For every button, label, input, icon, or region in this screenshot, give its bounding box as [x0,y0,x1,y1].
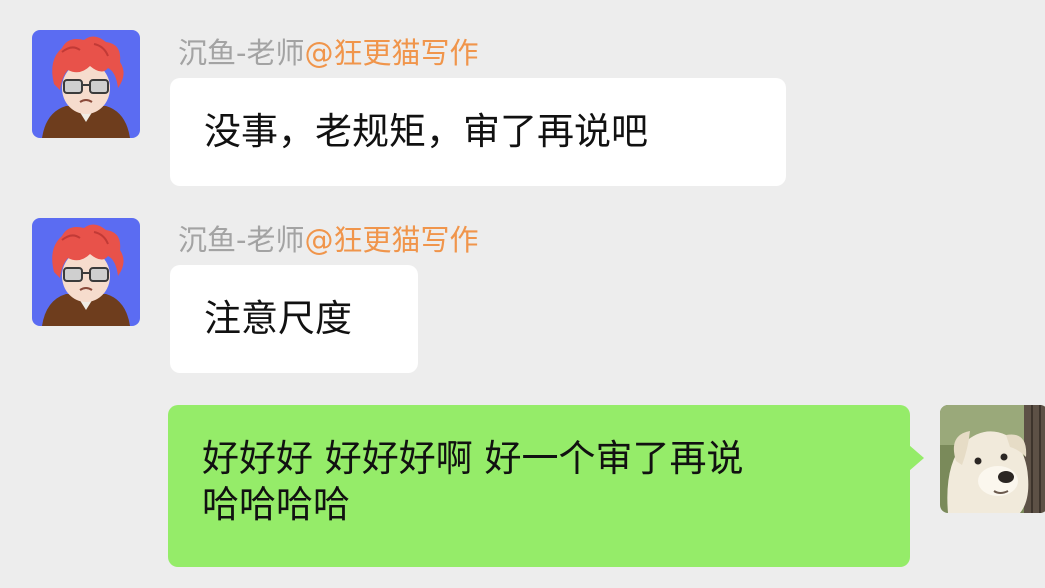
avatar-icon [32,218,140,326]
sender-label: 沉鱼-老师@狂更猫写作 [178,36,478,70]
teacher-avatar[interactable] [32,30,140,138]
message-text-line-1: 好好好 好好好啊 好一个审了再说 [202,437,744,480]
sender-label: 沉鱼-老师@狂更猫写作 [178,223,478,257]
teacher-avatar[interactable] [32,218,140,326]
message-bubble[interactable]: 没事，老规矩，审了再说吧 [170,78,786,186]
sender-mention[interactable]: @狂更猫写作 [304,36,478,70]
my-avatar[interactable] [940,405,1045,513]
message-text-line-2: 哈哈哈哈 [202,483,350,526]
avatar-icon [32,30,140,138]
message-text: 注意尺度 [204,297,352,340]
message-text: 没事，老规矩，审了再说吧 [204,110,648,153]
message-bubble[interactable]: 好好好 好好好啊 好一个审了再说 哈哈哈哈 [168,405,924,567]
message-bubble[interactable]: 注意尺度 [170,265,418,373]
dog-avatar-icon [940,405,1045,513]
sender-name: 沉鱼-老师 [178,36,305,70]
sender-name: 沉鱼-老师 [178,223,305,257]
sender-mention[interactable]: @狂更猫写作 [304,223,478,257]
